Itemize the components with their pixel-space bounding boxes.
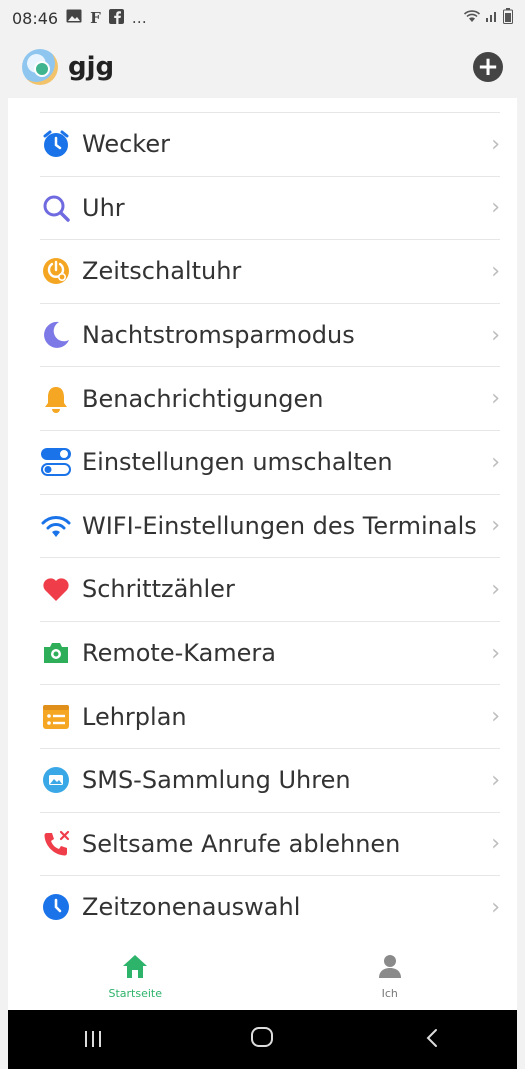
chevron-right-icon: › bbox=[491, 322, 500, 348]
list-item-label: Nachtstromsparmodus bbox=[82, 321, 355, 350]
list-item-sms-sammlung[interactable]: SMS-Sammlung Uhren › bbox=[40, 747, 500, 812]
tab-label: Startseite bbox=[108, 987, 162, 1000]
chevron-right-icon: › bbox=[491, 831, 500, 857]
message-icon bbox=[40, 764, 72, 796]
tab-label: Ich bbox=[381, 987, 398, 1000]
timer-icon bbox=[40, 255, 72, 287]
camera-icon bbox=[40, 637, 72, 669]
list-item-label: Remote-Kamera bbox=[82, 639, 277, 668]
status-time: 08:46 bbox=[12, 8, 59, 28]
chevron-right-icon: › bbox=[491, 195, 500, 221]
list-item-wecker[interactable]: Wecker › bbox=[40, 112, 500, 176]
settings-list-panel: Wecker › Uhr › Zeitschaltuhr › Nachtstro… bbox=[8, 98, 517, 943]
toggle-icon bbox=[40, 446, 72, 478]
list-item-label: Schrittzähler bbox=[82, 575, 235, 604]
bottom-tab-bar: Startseite Ich bbox=[8, 943, 517, 1010]
list-item-label: Einstellungen umschalten bbox=[82, 448, 393, 477]
image-icon bbox=[66, 9, 82, 27]
list-item-zeitschaltuhr[interactable]: Zeitschaltuhr › bbox=[40, 239, 500, 303]
plus-icon: + bbox=[477, 52, 499, 82]
search-icon bbox=[40, 192, 72, 224]
chevron-right-icon: › bbox=[491, 513, 500, 539]
chevron-right-icon: › bbox=[491, 131, 500, 157]
status-bar: 08:46 F … bbox=[0, 0, 525, 36]
chevron-right-icon: › bbox=[491, 386, 500, 412]
alarm-clock-icon bbox=[40, 128, 72, 160]
home-icon bbox=[121, 953, 149, 983]
chevron-right-icon: › bbox=[491, 640, 500, 666]
list-item-lehrplan[interactable]: Lehrplan › bbox=[40, 684, 500, 748]
recent-apps-icon[interactable] bbox=[63, 1025, 123, 1055]
chevron-right-icon: › bbox=[491, 449, 500, 475]
list-item-label: Benachrichtigungen bbox=[82, 384, 324, 413]
battery-icon bbox=[503, 8, 513, 28]
list-item-label: WIFI-Einstellungen des Terminals bbox=[82, 511, 477, 540]
list-item-seltsame-anrufe[interactable]: Seltsame Anrufe ablehnen › bbox=[40, 811, 500, 876]
page-title: gjg bbox=[68, 52, 115, 82]
home-button-icon[interactable] bbox=[232, 1025, 292, 1055]
tab-startseite[interactable]: Startseite bbox=[8, 943, 263, 1010]
list-item-remote-kamera[interactable]: Remote-Kamera › bbox=[40, 620, 500, 685]
chevron-right-icon: › bbox=[491, 258, 500, 284]
list-item-label: SMS-Sammlung Uhren bbox=[82, 766, 351, 795]
facebook-icon bbox=[108, 8, 124, 28]
heart-icon bbox=[40, 573, 72, 605]
person-icon bbox=[377, 953, 403, 983]
wifi-icon bbox=[463, 9, 481, 27]
chevron-right-icon: › bbox=[491, 576, 500, 602]
list-item-label: Zeitzonenauswahl bbox=[82, 893, 301, 922]
list-item-wifi-einstellungen[interactable]: WIFI-Einstellungen des Terminals › bbox=[40, 493, 500, 558]
list-item-benachrichtigungen[interactable]: Benachrichtigungen › bbox=[40, 366, 500, 430]
moon-icon bbox=[40, 319, 72, 351]
blocked-call-icon bbox=[40, 828, 72, 860]
list-item-label: Wecker bbox=[82, 130, 170, 159]
chevron-right-icon: › bbox=[491, 767, 500, 793]
list-item-zeitzonenauswahl[interactable]: Zeitzonenauswahl › bbox=[40, 875, 500, 939]
header: gjg + bbox=[0, 36, 525, 98]
signal-icon bbox=[485, 9, 499, 27]
add-device-button[interactable]: + bbox=[473, 52, 503, 82]
back-icon[interactable] bbox=[402, 1025, 462, 1055]
list-item-uhr[interactable]: Uhr › bbox=[40, 175, 500, 240]
list-item-label: Zeitschaltuhr bbox=[82, 257, 242, 286]
settings-list: Wecker › Uhr › Zeitschaltuhr › Nachtstro… bbox=[40, 112, 500, 939]
clock-icon bbox=[40, 891, 72, 923]
chevron-right-icon: › bbox=[491, 704, 500, 730]
list-item-schrittzaehler[interactable]: Schrittzähler › bbox=[40, 557, 500, 621]
more-icon: … bbox=[131, 9, 147, 27]
bell-icon bbox=[40, 383, 72, 415]
list-item-label: Seltsame Anrufe ablehnen bbox=[82, 829, 401, 858]
list-item-nachtstromsparmodus[interactable]: Nachtstromsparmodus › bbox=[40, 302, 500, 367]
system-nav-bar bbox=[8, 1010, 517, 1069]
list-item-einstellungen-umschalten[interactable]: Einstellungen umschalten › bbox=[40, 429, 500, 494]
tab-ich[interactable]: Ich bbox=[263, 943, 518, 1010]
list-item-label: Lehrplan bbox=[82, 702, 187, 731]
schedule-icon bbox=[40, 701, 72, 733]
flipboard-icon: F bbox=[90, 9, 101, 27]
list-item-label: Uhr bbox=[82, 193, 125, 222]
avatar[interactable] bbox=[22, 49, 58, 85]
wifi-icon bbox=[40, 510, 72, 542]
chevron-right-icon: › bbox=[491, 894, 500, 920]
